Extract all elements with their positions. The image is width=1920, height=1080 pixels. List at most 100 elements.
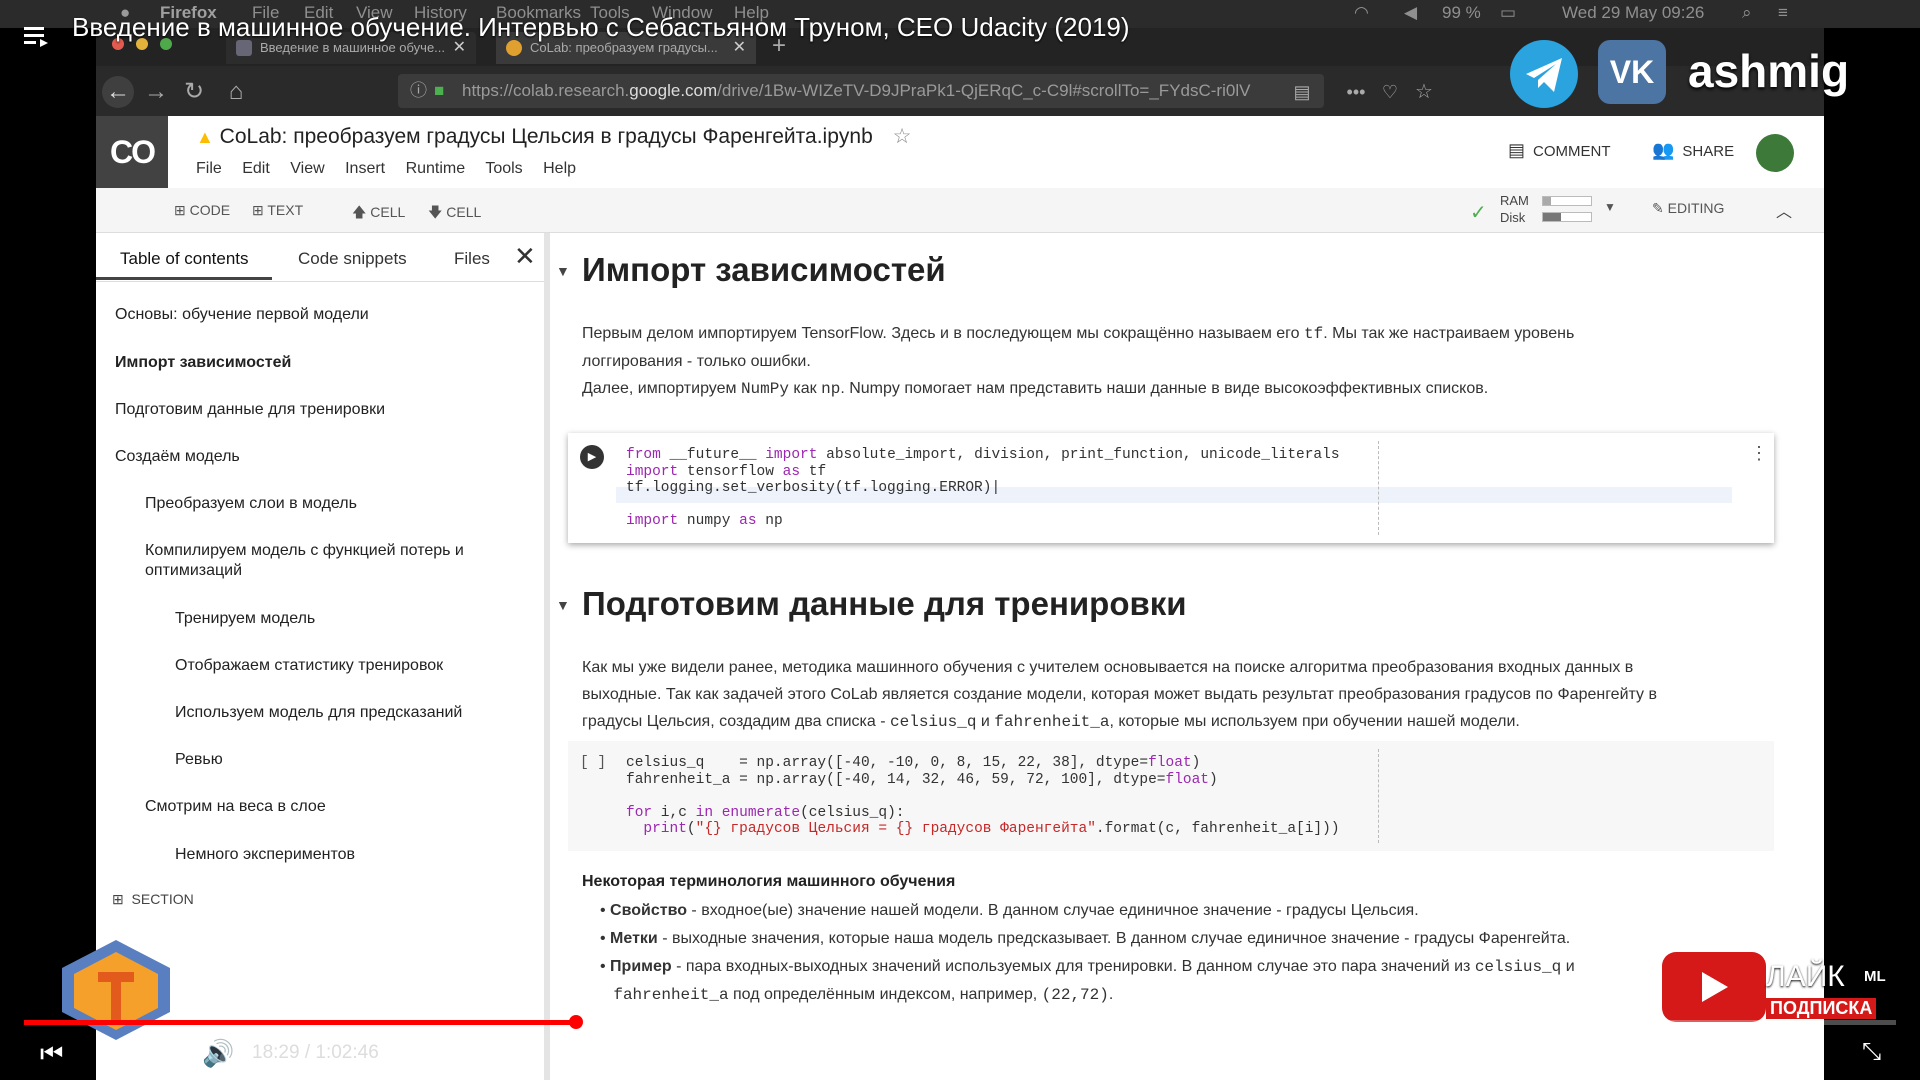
- close-sidebar-icon[interactable]: ✕: [514, 241, 536, 272]
- colab-logo[interactable]: CO: [96, 116, 168, 188]
- collapse-section-icon[interactable]: ▼: [556, 263, 570, 279]
- code-editor[interactable]: from __future__ import absolute_import, …: [626, 447, 1340, 530]
- notification-center-icon[interactable]: ≡: [1778, 3, 1788, 23]
- paragraph-text: Далее, импортируем: [582, 380, 741, 397]
- menu-edit[interactable]: Edit: [242, 160, 270, 177]
- disk-meter[interactable]: [1542, 212, 1592, 222]
- editing-mode-button[interactable]: ✎ EDITING: [1652, 200, 1724, 217]
- inline-code: np: [821, 380, 841, 398]
- like-label[interactable]: ЛАЙК: [1766, 960, 1845, 994]
- cell-more-icon[interactable]: ⋮: [1750, 443, 1768, 464]
- paragraph-text: . Numpy помогает нам представить наши да…: [840, 380, 1489, 397]
- code-editor[interactable]: celsius_q = np.array([-40, -10, 0, 8, 15…: [626, 755, 1340, 838]
- previous-icon[interactable]: ⏮: [40, 1038, 63, 1070]
- vk-icon[interactable]: VK: [1598, 40, 1666, 104]
- menu-view[interactable]: View: [290, 160, 324, 177]
- paragraph-text: выходные. Так как задачей этого CoLab яв…: [582, 686, 1657, 703]
- toc-item[interactable]: Подготовим данные для тренировки: [115, 400, 385, 420]
- settings-gear-icon[interactable]: ⚙: [1800, 1038, 1822, 1067]
- menu-help[interactable]: Help: [543, 160, 576, 177]
- comment-button[interactable]: ▤ COMMENT: [1508, 140, 1611, 161]
- collapse-header-icon[interactable]: ︿: [1776, 198, 1792, 222]
- paragraph-text: логгирования - только ошибки.: [582, 353, 811, 370]
- toc-item[interactable]: Тренируем модель: [175, 609, 315, 629]
- volume-icon[interactable]: ◀: [1404, 3, 1417, 23]
- progress-scrubber[interactable]: [569, 1015, 583, 1029]
- add-section-button[interactable]: ⊞ SECTION: [112, 889, 194, 909]
- volume-icon[interactable]: 🔊: [202, 1038, 234, 1069]
- battery-icon[interactable]: ▭: [1500, 3, 1516, 23]
- toc-item[interactable]: Используем модель для предсказаний: [175, 703, 462, 723]
- paragraph-text: . Мы так же настраиваем уровень: [1323, 325, 1575, 342]
- colab-header: CO ▲ CoLab: преобразуем градусы Цельсия …: [96, 116, 1824, 188]
- telegram-icon[interactable]: [1510, 40, 1578, 108]
- toc-item[interactable]: Преобразуем слои в модель: [145, 494, 357, 514]
- paragraph-text: и: [976, 713, 995, 730]
- next-icon[interactable]: ⏭: [152, 1038, 175, 1070]
- inline-code: fahrenheit_a: [613, 986, 729, 1004]
- tab-table-of-contents[interactable]: Table of contents: [120, 249, 249, 269]
- youtube-play-icon[interactable]: [1662, 952, 1766, 1022]
- bookmark-star-icon[interactable]: ☆: [1408, 76, 1440, 108]
- avatar[interactable]: [1756, 134, 1794, 172]
- pocket-icon[interactable]: ♡: [1374, 76, 1406, 108]
- tab-files[interactable]: Files: [454, 249, 490, 269]
- current-time: 18:29: [252, 1042, 300, 1063]
- paragraph-text: Как мы уже видели ранее, методика машинн…: [582, 659, 1634, 676]
- inline-code: fahrenheit_a: [994, 713, 1110, 731]
- share-button[interactable]: 👥 SHARE: [1652, 140, 1734, 161]
- code-cell[interactable]: [ ] celsius_q = np.array([-40, -10, 0, 8…: [568, 741, 1774, 851]
- notebook-title[interactable]: CoLab: преобразуем градусы Цельсия в гра…: [220, 125, 873, 148]
- tab-code-snippets[interactable]: Code snippets: [298, 249, 407, 269]
- collapse-section-icon[interactable]: ▼: [556, 597, 570, 613]
- toc-item[interactable]: Ревью: [175, 750, 223, 770]
- star-icon[interactable]: ☆: [893, 125, 912, 148]
- toc-item[interactable]: Смотрим на веса в слое: [145, 797, 326, 817]
- menu-file[interactable]: File: [196, 160, 222, 177]
- text-cell-paragraph: Как мы уже видели ранее, методика машинн…: [582, 654, 1762, 736]
- section-heading: Подготовим данные для тренировки: [582, 585, 1187, 622]
- spotlight-icon[interactable]: ⌕: [1742, 3, 1752, 23]
- term-definition: - выходные значения, которые наша модель…: [657, 930, 1571, 947]
- subtitles-icon[interactable]: ▭: [1746, 1042, 1767, 1068]
- url-bar[interactable]: ⓘ ■ https://colab.research.google.com/dr…: [398, 74, 1324, 108]
- move-cell-up-button[interactable]: 🡅 CELL: [352, 202, 405, 226]
- ram-meter[interactable]: [1542, 196, 1592, 206]
- run-cell-button[interactable]: ▶: [580, 445, 604, 469]
- menu-tools[interactable]: Tools: [485, 160, 522, 177]
- home-button[interactable]: ⌂: [220, 76, 252, 108]
- menu-runtime[interactable]: Runtime: [406, 160, 466, 177]
- playlist-icon[interactable]: [24, 24, 52, 48]
- reload-button[interactable]: ↻: [178, 76, 210, 108]
- paragraph-text: как: [788, 380, 822, 397]
- toc-item[interactable]: Отображаем статистику тренировок: [175, 656, 443, 676]
- exit-fullscreen-icon[interactable]: ⤡: [1862, 1038, 1881, 1066]
- wifi-icon[interactable]: ◠: [1354, 3, 1369, 23]
- play-icon[interactable]: ▶: [96, 1038, 116, 1069]
- menu-insert[interactable]: Insert: [345, 160, 385, 177]
- page-actions-icon[interactable]: •••: [1340, 76, 1372, 108]
- code-cell-active[interactable]: ▶ from __future__ import absolute_import…: [568, 433, 1774, 543]
- add-code-button[interactable]: ⊞ CODE: [174, 202, 230, 219]
- forward-button[interactable]: →: [140, 76, 172, 108]
- toc-item[interactable]: Основы: обучение первой модели: [115, 305, 369, 325]
- toc-item-active[interactable]: Импорт зависимостей: [115, 353, 291, 373]
- subscribe-label[interactable]: ПОДПИСКА: [1766, 998, 1877, 1019]
- info-icon[interactable]: ⓘ: [410, 74, 427, 108]
- toc-item-continued[interactable]: оптимизаций: [145, 561, 242, 581]
- cell-execution-count[interactable]: [ ]: [580, 755, 606, 771]
- reader-view-icon[interactable]: ▤: [1286, 76, 1318, 108]
- cell-down-label: CELL: [446, 204, 482, 220]
- back-button[interactable]: ←: [102, 76, 134, 108]
- add-text-button[interactable]: ⊞ TEXT: [252, 202, 303, 219]
- toc-item[interactable]: Компилируем модель с функцией потерь и: [145, 541, 464, 561]
- move-cell-down-button[interactable]: 🡇 CELL: [428, 202, 481, 226]
- resources-dropdown-icon[interactable]: ▼: [1604, 200, 1616, 214]
- toc-item[interactable]: Создаём модель: [115, 447, 240, 467]
- toc-item[interactable]: Немного экспериментов: [175, 845, 355, 865]
- video-controls: ⏮ ▶ ⏭ 🔊 18:29 / 1:02:46 ▭ ⚙ ⤡: [0, 1028, 1920, 1080]
- video-title[interactable]: Введение в машинное обучение. Интервью с…: [72, 12, 1130, 43]
- datetime[interactable]: Wed 29 May 09:26: [1562, 3, 1704, 23]
- plus-box-icon: ⊞: [112, 891, 124, 907]
- ram-label: RAM: [1500, 193, 1529, 208]
